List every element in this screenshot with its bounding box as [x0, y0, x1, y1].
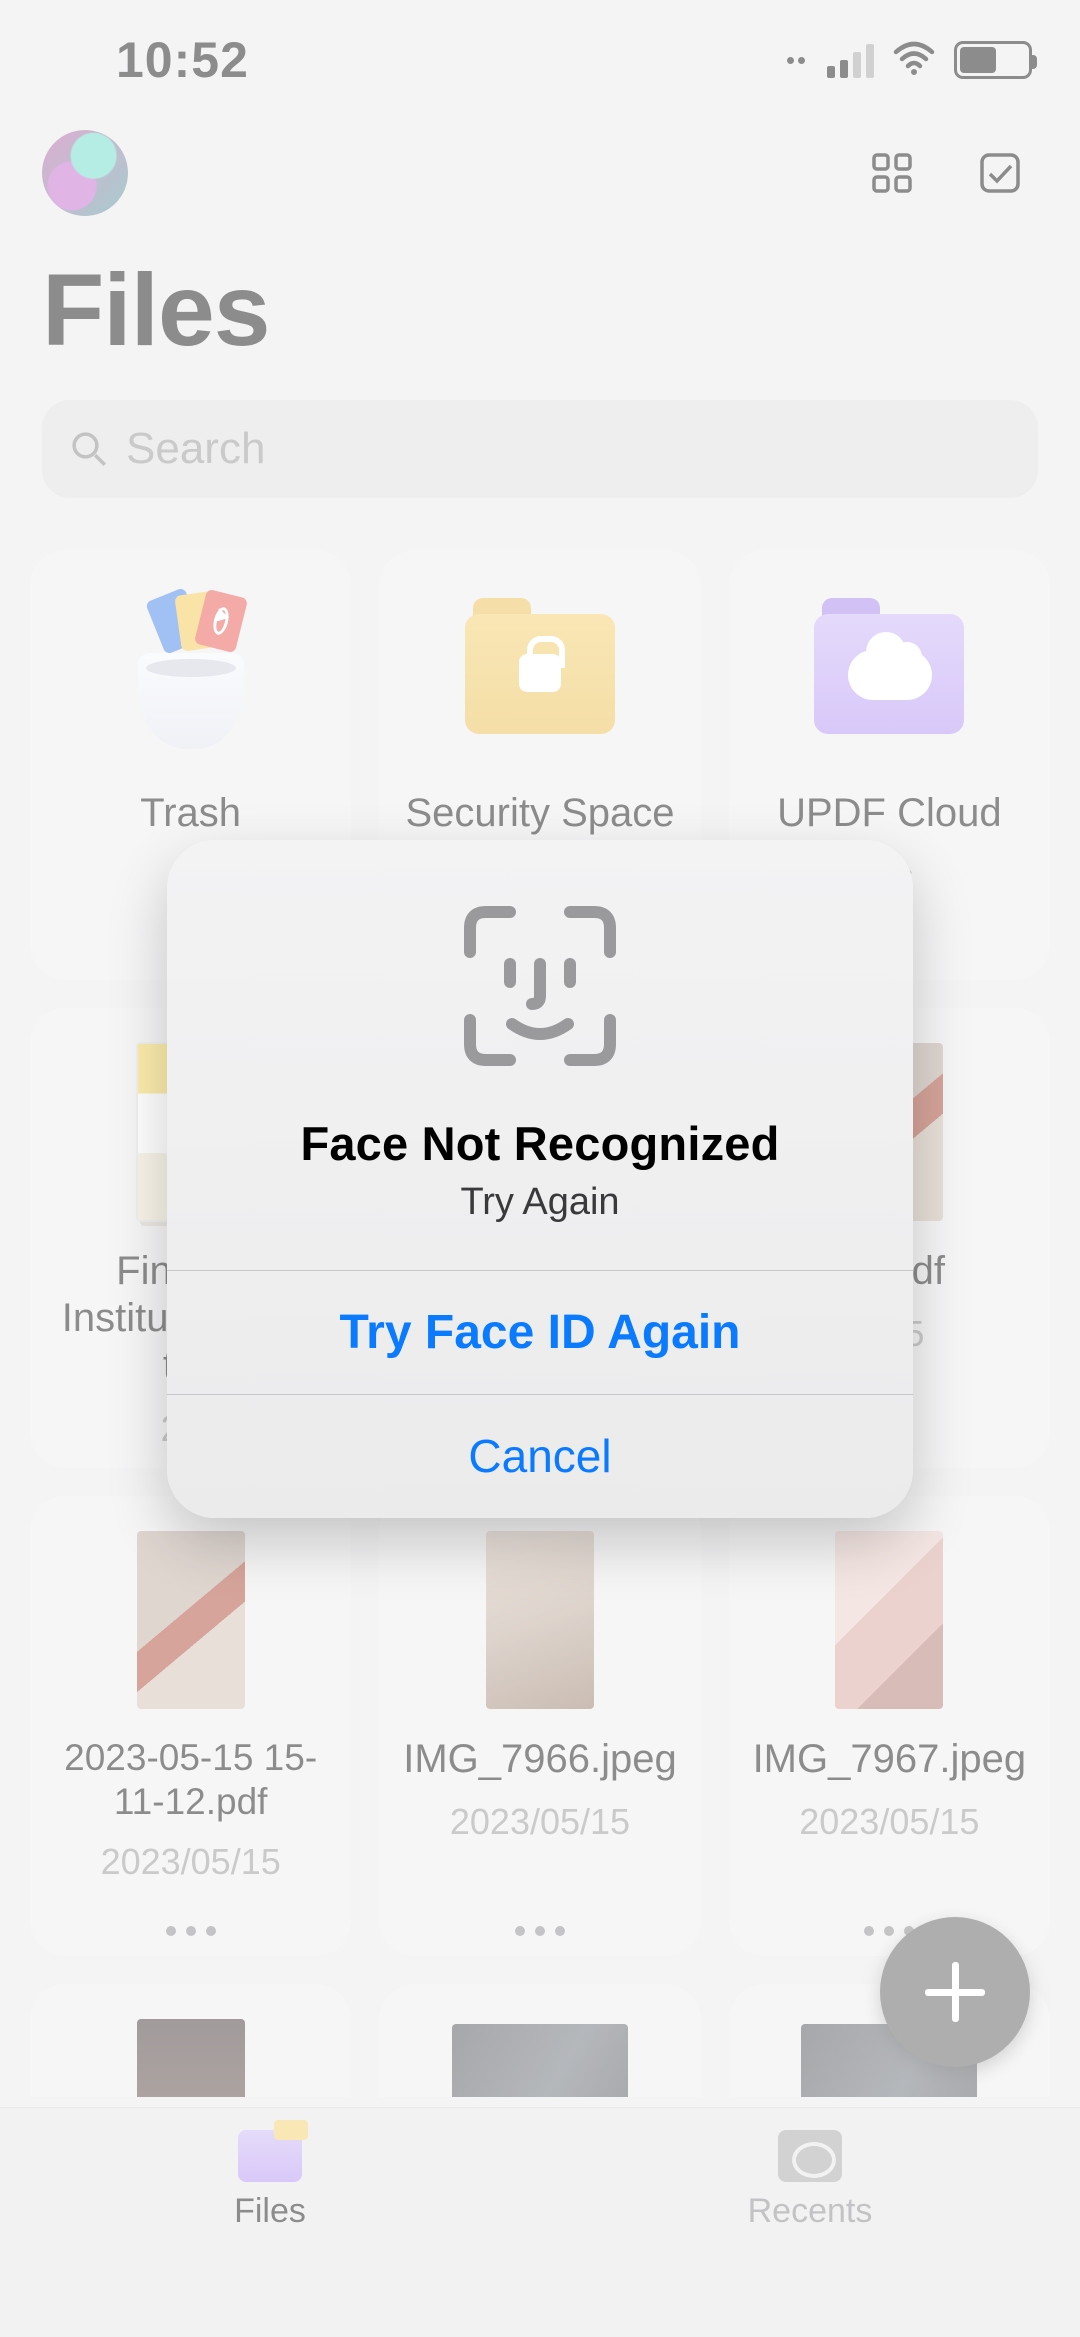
try-faceid-again-button[interactable]: Try Face ID Again [167, 1270, 913, 1394]
faceid-icon [450, 896, 630, 1076]
cancel-button[interactable]: Cancel [167, 1394, 913, 1518]
dialog-title: Face Not Recognized [197, 1116, 883, 1171]
faceid-dialog: Face Not Recognized Try Again Try Face I… [167, 840, 913, 1518]
dialog-subtitle: Try Again [197, 1181, 883, 1224]
